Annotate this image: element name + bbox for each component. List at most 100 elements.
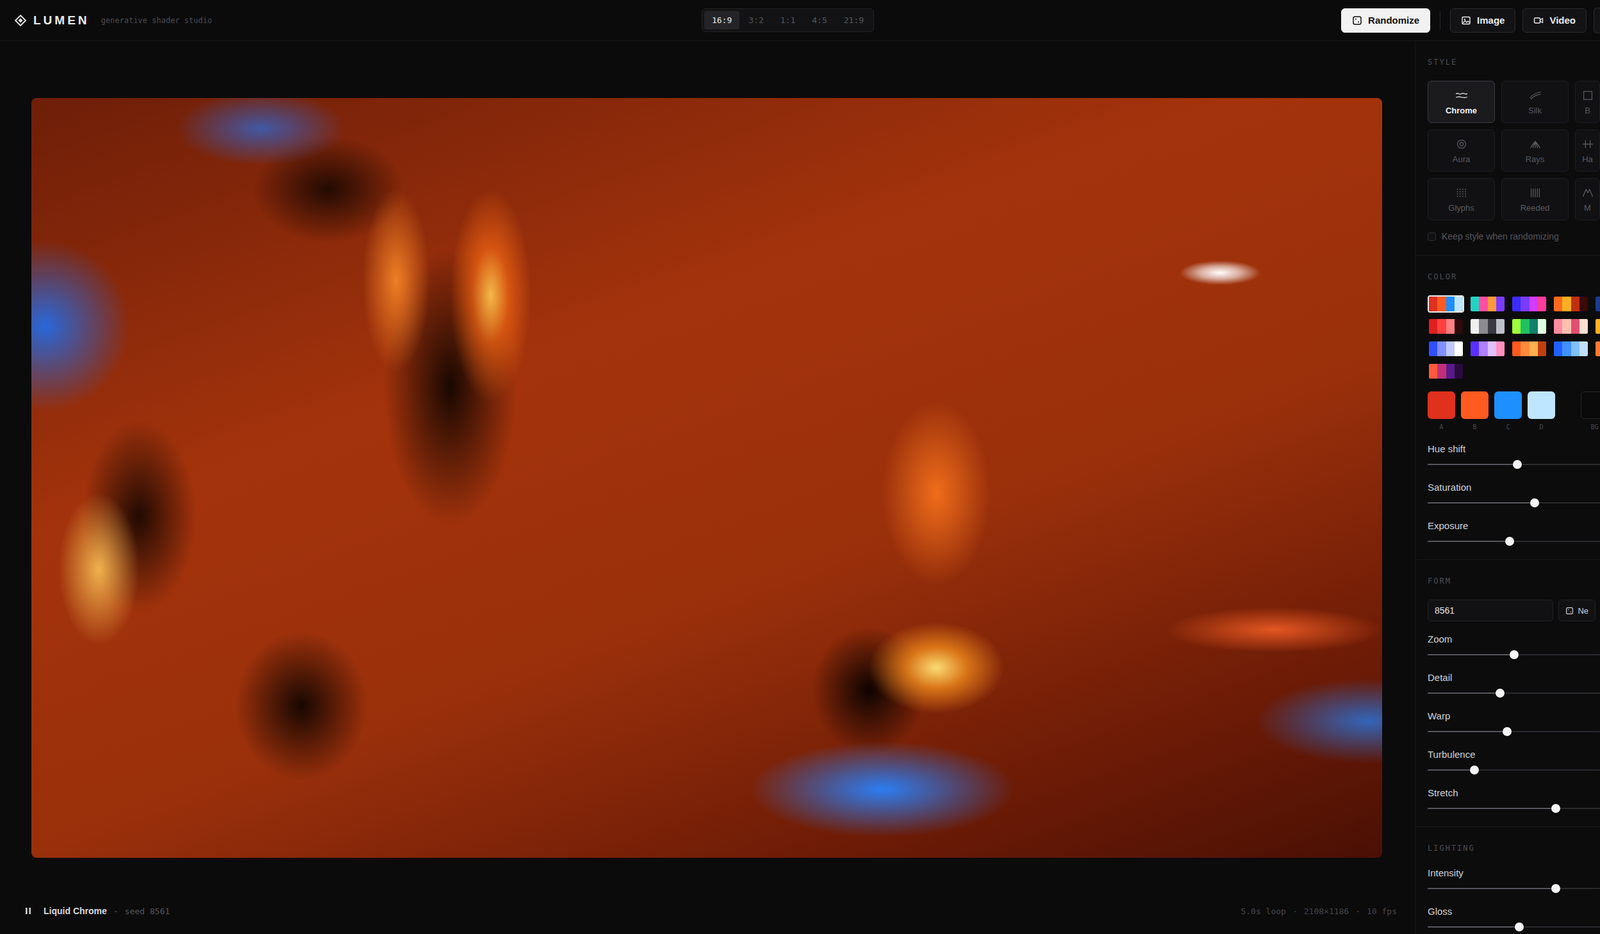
more-button[interactable] xyxy=(1593,7,1600,34)
palette[interactable] xyxy=(1469,295,1506,313)
color-swatch[interactable] xyxy=(1527,391,1556,420)
slider-knob[interactable] xyxy=(1505,536,1515,546)
keep-style-checkbox[interactable]: Keep style when randomizing xyxy=(1427,230,1600,243)
aspect-ratio-button[interactable]: 3:2 xyxy=(740,10,771,30)
slider-knob[interactable] xyxy=(1469,765,1479,775)
palette-color xyxy=(1437,296,1446,312)
palette-color xyxy=(1579,296,1588,312)
slider-row: Gloss xyxy=(1427,905,1600,933)
separator xyxy=(1439,10,1441,31)
action-button[interactable]: Video xyxy=(1522,8,1587,33)
aspect-ratio-button[interactable]: 21:9 xyxy=(836,10,872,30)
slider[interactable] xyxy=(1427,649,1600,660)
slider[interactable] xyxy=(1427,803,1600,814)
stage xyxy=(0,41,1415,858)
slider[interactable] xyxy=(1427,765,1600,776)
style-label: Ha xyxy=(1582,154,1593,165)
aspect-ratio-button[interactable]: 4:5 xyxy=(804,10,835,30)
seed-input[interactable] xyxy=(1427,599,1554,622)
style-label: Reeded xyxy=(1520,203,1551,213)
background-swatch[interactable] xyxy=(1580,391,1600,420)
slider[interactable] xyxy=(1427,688,1600,699)
section-title: FORM xyxy=(1427,576,1600,586)
slider-row: Zoom xyxy=(1427,633,1600,660)
palette-color xyxy=(1537,296,1547,312)
slider[interactable] xyxy=(1427,497,1600,509)
action-button[interactable]: Randomize xyxy=(1341,8,1431,33)
aspect-ratio-button[interactable]: 16:9 xyxy=(704,10,740,30)
seed-label: seed 8561 xyxy=(124,906,170,917)
settings-panel: STYLE Chrome Silk B Aura Rays Ha Glyphs … xyxy=(1414,41,1600,934)
swatch-label: A xyxy=(1439,422,1444,432)
slider[interactable] xyxy=(1427,536,1600,547)
pause-icon[interactable] xyxy=(24,906,33,916)
slider-knob[interactable] xyxy=(1551,804,1561,814)
seed-row: Ne xyxy=(1427,599,1596,622)
slider[interactable] xyxy=(1427,459,1600,470)
palette[interactable] xyxy=(1427,340,1465,358)
slider-knob[interactable] xyxy=(1514,922,1524,932)
new-seed-button[interactable]: Ne xyxy=(1558,599,1596,622)
slider[interactable] xyxy=(1427,922,1600,933)
palette[interactable] xyxy=(1427,295,1465,313)
palette[interactable] xyxy=(1594,295,1600,313)
slider-track xyxy=(1427,502,1600,504)
palette[interactable] xyxy=(1510,340,1548,358)
slider-knob[interactable] xyxy=(1509,650,1519,660)
slider[interactable] xyxy=(1427,726,1600,737)
slider-label: Saturation xyxy=(1427,481,1600,495)
style-tile[interactable]: B xyxy=(1575,80,1600,124)
palette[interactable] xyxy=(1510,317,1548,336)
color-swatches: A B C D BG xyxy=(1427,391,1600,432)
action-button[interactable]: Image xyxy=(1450,8,1516,33)
palette[interactable] xyxy=(1594,340,1600,358)
slider-knob[interactable] xyxy=(1512,460,1522,470)
palette[interactable] xyxy=(1594,317,1600,336)
slider-knob[interactable] xyxy=(1495,688,1505,698)
palette[interactable] xyxy=(1427,362,1465,380)
style-label: M xyxy=(1583,203,1592,213)
palette-color xyxy=(1562,341,1571,357)
color-swatch[interactable] xyxy=(1460,391,1489,420)
slider-knob[interactable] xyxy=(1530,498,1540,508)
slider-fill xyxy=(1427,808,1556,810)
slider[interactable] xyxy=(1427,883,1600,894)
palette-color xyxy=(1437,341,1446,357)
style-tile[interactable]: Ha xyxy=(1575,129,1600,172)
style-tile[interactable]: Rays xyxy=(1501,129,1569,172)
style-tile[interactable]: Chrome xyxy=(1427,80,1495,124)
palette-color xyxy=(1470,341,1479,357)
palette[interactable] xyxy=(1552,340,1590,358)
aspect-ratio-button[interactable]: 1:1 xyxy=(772,10,803,30)
app: LUMEN generative shader studio 16:93:21:… xyxy=(0,0,1600,934)
dice-icon xyxy=(1352,15,1363,26)
palette[interactable] xyxy=(1552,317,1590,336)
section-title: COLOR xyxy=(1427,272,1600,282)
style-tile[interactable]: Glyphs xyxy=(1427,178,1495,221)
slider-fill xyxy=(1427,731,1508,733)
style-icon xyxy=(1528,185,1543,200)
style-tile[interactable]: M xyxy=(1575,178,1600,221)
palette-color xyxy=(1537,319,1547,334)
style-tile[interactable]: Reeded xyxy=(1501,178,1569,221)
shader-canvas[interactable] xyxy=(31,98,1383,858)
palette-color xyxy=(1446,319,1455,334)
slider-knob[interactable] xyxy=(1502,727,1512,737)
palette[interactable] xyxy=(1427,317,1465,336)
slider-knob[interactable] xyxy=(1551,884,1561,894)
palette-color xyxy=(1437,319,1446,334)
palette[interactable] xyxy=(1469,317,1506,336)
style-tile[interactable]: Aura xyxy=(1427,129,1495,172)
palette-color xyxy=(1454,319,1463,334)
checkbox-label: Keep style when randomizing xyxy=(1441,230,1559,243)
palette[interactable] xyxy=(1510,295,1548,313)
slider-track xyxy=(1427,769,1600,771)
style-tile[interactable]: Silk xyxy=(1501,80,1569,124)
checkbox[interactable] xyxy=(1427,232,1436,241)
slider-fill xyxy=(1427,502,1535,504)
color-swatch[interactable] xyxy=(1494,391,1522,420)
color-swatch[interactable] xyxy=(1427,391,1456,420)
slider-track xyxy=(1427,808,1600,810)
palette[interactable] xyxy=(1552,295,1590,313)
palette[interactable] xyxy=(1469,340,1506,358)
